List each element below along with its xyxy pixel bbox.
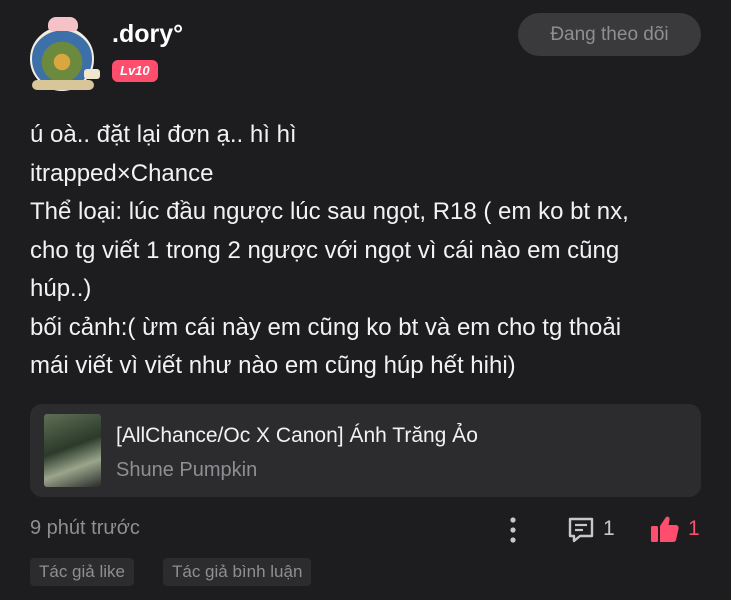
post-content: ú oà.. đặt lại đơn ạ.. hì hì itrapped×Ch… <box>30 116 710 386</box>
avatar-frame-decoration <box>48 17 78 31</box>
content-line: húp..) <box>30 275 92 302</box>
content-line: mái viết vì viết như nào em cũng húp hết… <box>30 352 516 379</box>
author-commented-tag: Tác giả bình luận <box>163 558 312 586</box>
comment-count: 1 <box>603 517 615 540</box>
comment-icon[interactable] <box>566 515 596 545</box>
user-avatar[interactable] <box>26 17 102 93</box>
story-author: Shune Pumpkin <box>116 459 258 481</box>
username[interactable]: .dory° <box>112 20 183 49</box>
post-timestamp: 9 phút trước <box>30 517 140 539</box>
avatar-frame-ribbon <box>32 80 94 90</box>
author-liked-tag: Tác giả like <box>30 558 134 586</box>
thumbs-up-icon[interactable] <box>649 513 681 545</box>
avatar-frame-badge <box>84 69 100 79</box>
content-line: ú oà.. đặt lại đơn ạ.. hì hì <box>30 121 297 148</box>
content-line: Thể loại: lúc đầu ngược lúc sau ngọt, R1… <box>30 198 629 225</box>
content-line: cho tg viết 1 trong 2 ngược với ngọt vì … <box>30 236 620 264</box>
story-cover-thumbnail <box>44 414 101 487</box>
like-count: 1 <box>688 517 700 540</box>
level-badge: Lv10 <box>112 60 158 82</box>
following-button[interactable]: Đang theo dõi <box>518 13 701 56</box>
linked-story-card[interactable]: [AllChance/Oc X Canon] Ánh Trăng Ảo Shun… <box>30 404 701 497</box>
story-title: [AllChance/Oc X Canon] Ánh Trăng Ảo <box>116 424 478 447</box>
content-line: bối cảnh:( ừm cái này em cũng ko bt và e… <box>30 313 622 341</box>
more-vertical-icon[interactable] <box>506 515 520 545</box>
content-line: itrapped×Chance <box>30 159 214 187</box>
